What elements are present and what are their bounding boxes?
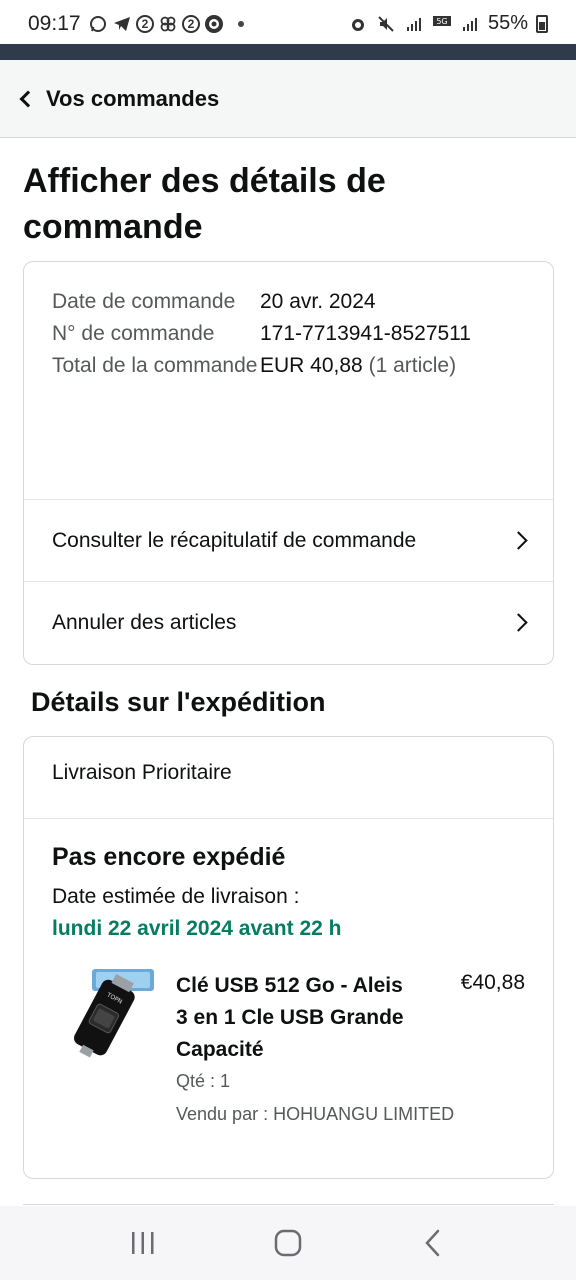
signal-icon xyxy=(404,14,424,34)
product-price: €40,88 xyxy=(460,971,525,994)
system-icons: 5G 55% xyxy=(348,12,548,35)
back-to-orders-link[interactable]: Vos commandes xyxy=(0,60,576,138)
home-button[interactable] xyxy=(258,1213,318,1273)
mute-icon xyxy=(376,14,396,34)
order-number-value: 171-7713941-8527511 xyxy=(260,318,471,350)
notification-2-icon: 2 xyxy=(182,15,200,33)
telegram-icon xyxy=(112,14,132,34)
back-icon xyxy=(425,1229,440,1257)
order-date-text: 20 avr. 2024 xyxy=(260,290,376,313)
whatsapp-icon xyxy=(88,14,108,34)
signal-icon xyxy=(460,14,480,34)
chevron-left-icon xyxy=(19,90,37,107)
shipment-status: Pas encore expédié xyxy=(52,843,286,871)
shipment-card: Livraison Prioritaire Pas encore expédié… xyxy=(23,736,554,1179)
product-quantity: Qté : 1 xyxy=(176,1071,231,1091)
home-icon xyxy=(274,1229,302,1257)
system-nav-bar xyxy=(0,1206,576,1280)
order-info-card: Date de commande 20 avr. 2024 N° de comm… xyxy=(23,261,554,665)
page-title: Afficher des détails de commande xyxy=(23,162,386,246)
order-total-label: Total de la commande xyxy=(52,354,258,377)
status-time: 09:17 xyxy=(28,12,81,35)
shipping-method: Livraison Prioritaire xyxy=(52,761,232,784)
order-date-label: Date de commande xyxy=(52,290,236,313)
notification-2-icon: 2 xyxy=(136,15,154,33)
recent-apps-button[interactable] xyxy=(113,1213,173,1273)
order-date-row: Date de commande 20 avr. 2024 xyxy=(52,286,532,318)
status-bar: 09:17 2 2 5G 55% xyxy=(0,0,576,44)
estimated-delivery-date: lundi 22 avril 2024 avant 22 h xyxy=(52,917,342,940)
chevron-right-icon xyxy=(509,613,528,632)
battery-icon xyxy=(536,14,548,33)
order-summary-label: Consulter le récapitulatif de commande xyxy=(52,528,417,552)
section-divider xyxy=(23,1204,554,1205)
order-total-row: Total de la commande EUR 40,88 (1 articl… xyxy=(52,350,532,382)
battery-percent: 55% xyxy=(487,12,528,34)
order-summary-link[interactable]: Consulter le récapitulatif de commande xyxy=(24,499,553,581)
cancel-items-label: Annuler des articles xyxy=(52,610,237,634)
cancel-items-link[interactable]: Annuler des articles xyxy=(24,581,553,663)
recent-apps-icon xyxy=(131,1232,154,1254)
svg-text:5G: 5G xyxy=(436,17,447,26)
order-number-label: N° de commande xyxy=(52,322,215,345)
chevron-right-icon xyxy=(509,531,528,550)
more-notifications-dot xyxy=(238,21,244,27)
order-date-value: 20 avr. 2024 xyxy=(260,286,376,318)
product-image[interactable]: TOPN xyxy=(62,967,156,1061)
order-item-count: (1 article) xyxy=(368,354,457,377)
pinwheel-icon xyxy=(158,14,178,34)
alarm-icon xyxy=(348,14,368,34)
estimated-delivery-label: Date estimée de livraison : xyxy=(52,885,300,908)
back-button[interactable] xyxy=(403,1213,463,1273)
app-badge-icon xyxy=(204,14,224,34)
order-number-row: N° de commande 171-7713941-8527511 xyxy=(52,318,532,350)
order-total-value: EUR 40,88 (1 article) xyxy=(260,350,456,382)
app-top-band xyxy=(0,44,576,60)
product-seller: Vendu par : HOHUANGU LIMITED xyxy=(176,1104,455,1124)
shipping-section-title: Détails sur l'expédition xyxy=(31,687,326,717)
order-total-amount: EUR 40,88 xyxy=(260,354,363,377)
product-title-link[interactable]: Clé USB 512 Go - Aleis 3 en 1 Cle USB Gr… xyxy=(176,970,416,1066)
5g-icon: 5G xyxy=(432,14,452,34)
divider xyxy=(24,818,553,819)
notification-icons: 2 2 xyxy=(88,14,244,34)
order-info-list: Date de commande 20 avr. 2024 N° de comm… xyxy=(52,286,532,382)
back-label: Vos commandes xyxy=(46,85,220,111)
order-number-text: 171-7713941-8527511 xyxy=(260,322,471,345)
